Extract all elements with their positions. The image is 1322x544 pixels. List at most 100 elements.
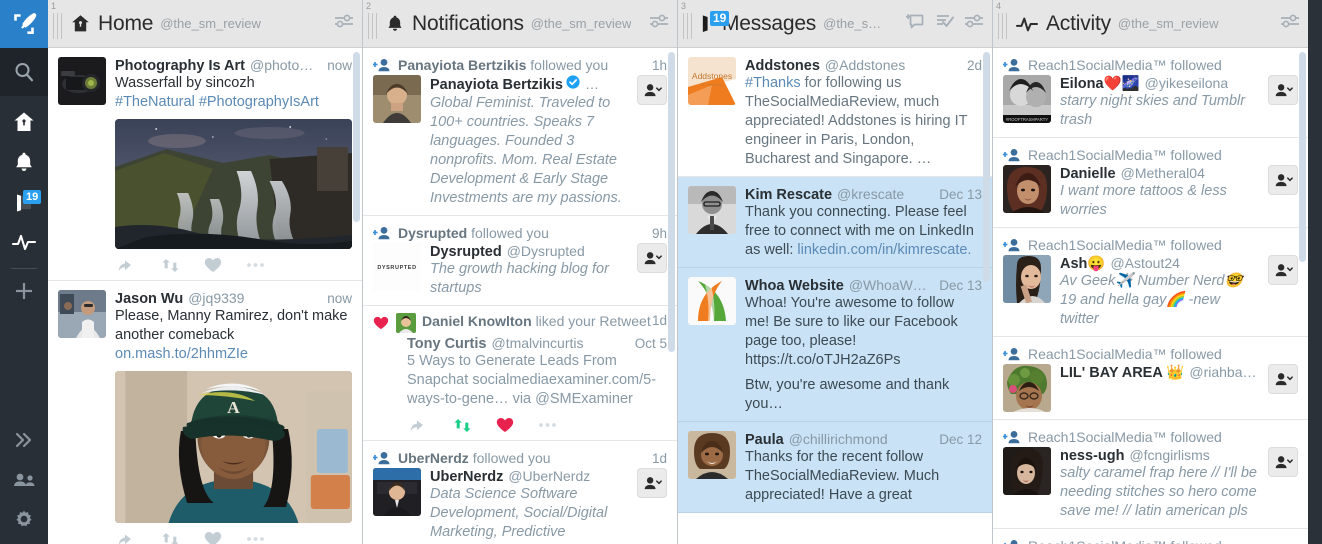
more-icon[interactable] [538, 422, 557, 428]
column-options-icon[interactable] [1280, 14, 1300, 33]
column-options-icon[interactable] [334, 14, 354, 33]
column-header-notifications[interactable]: 2 Notifications @the_sm_review [363, 0, 677, 48]
notification-item[interactable]: Dysrupted followed you 9h DYSRUPTED Dysr… [363, 216, 677, 306]
column-header-messages[interactable]: 3 19 Messages @the_s… [678, 0, 992, 48]
column-drag-handle[interactable]: 4 [993, 0, 1015, 48]
sidebar-item-add-column[interactable] [0, 271, 48, 311]
avatar[interactable]: #ROOFTRASHPARTY [1003, 75, 1051, 123]
user-actions-button[interactable] [637, 243, 667, 273]
column-title: Messages [722, 11, 817, 35]
user-actions-button[interactable] [1268, 447, 1298, 477]
avatar[interactable]: DYSRUPTED [373, 243, 421, 291]
activity-header: Reach1SocialMedia™ followed [1003, 429, 1298, 445]
user-actions-button[interactable] [1268, 255, 1298, 285]
message-item[interactable]: Paula @chillirichmond Dec 12 Thanks for … [678, 422, 992, 513]
message-item[interactable]: Addstones IT Consulting Addstones @Addst… [678, 48, 992, 177]
quoted-tweet[interactable]: Tony Curtis @tmalvincurtis Oct 5 5 Ways … [373, 335, 667, 433]
avatar[interactable] [1003, 165, 1051, 213]
column-header-home[interactable]: 1 Home @the_sm_review [48, 0, 362, 48]
tweet-hashtags[interactable]: #TheNatural #PhotographyIsArt [115, 94, 319, 110]
avatar[interactable] [373, 75, 421, 123]
sidebar-item-messages[interactable]: 19 [0, 182, 48, 222]
message-item[interactable]: Kim Rescate @krescate Dec 13 Thank you c… [678, 177, 992, 268]
column-body-notifications[interactable]: Panayiota Bertzikis followed you 1h Pana… [363, 48, 677, 544]
tweet-item[interactable]: Jason Wu @jq9339 now Please, Manny Ramir… [48, 281, 362, 544]
retweet-icon[interactable] [161, 258, 180, 273]
sidebar-item-notifications[interactable] [0, 142, 48, 182]
like-icon[interactable] [204, 257, 222, 273]
like-icon[interactable] [204, 531, 222, 544]
scrollbar-notifications[interactable] [668, 52, 675, 352]
avatar[interactable] [688, 431, 736, 479]
sidebar-item-collapse[interactable] [0, 420, 48, 460]
avatar[interactable] [58, 57, 106, 105]
activity-item[interactable]: Reach1SocialMedia™ followed [993, 529, 1308, 544]
notification-item[interactable]: UberNerdz followed you 1d UberNerdz @Ube… [363, 441, 677, 544]
column-drag-handle[interactable]: 1 [48, 0, 70, 48]
sidebar-item-settings[interactable] [0, 500, 48, 540]
like-icon-active[interactable] [496, 417, 514, 433]
activity-item[interactable]: Reach1SocialMedia™ followed [993, 228, 1308, 337]
waterfall-photo [115, 119, 352, 249]
avatar[interactable] [1003, 447, 1051, 495]
person-dropdown-icon [644, 251, 662, 264]
activity-item[interactable]: Reach1SocialMedia™ followed [993, 337, 1308, 420]
more-icon[interactable] [246, 262, 265, 268]
message-hashtag[interactable]: #Thanks [745, 75, 801, 91]
scrollbar-activity[interactable] [1299, 52, 1306, 262]
tweet-link[interactable]: on.mash.to/2hhmZIe [115, 346, 248, 362]
activity-item[interactable]: Reach1SocialMedia™ followed [993, 420, 1308, 529]
activity-item[interactable]: Reach1SocialMedia™ followed [993, 138, 1308, 228]
scrollbar-home[interactable] [353, 52, 360, 222]
column-header-activity[interactable]: 4 Activity @the_sm_review [993, 0, 1308, 48]
activity-actor: Reach1SocialMedia™ [1028, 429, 1167, 445]
user-actions-button[interactable] [637, 75, 667, 105]
retweet-icon[interactable] [161, 532, 180, 544]
avatar[interactable] [1003, 255, 1051, 303]
activity-item[interactable]: Reach1SocialMedia™ followed [993, 48, 1308, 138]
column-body-activity[interactable]: Reach1SocialMedia™ followed #ROOFTRASHPA… [993, 48, 1308, 544]
notification-item[interactable]: Panayiota Bertzikis followed you 1h Pana… [363, 48, 677, 216]
retweet-icon-active[interactable] [453, 418, 472, 433]
display-name: Ash😛 [1060, 256, 1106, 272]
avatar[interactable]: Addstones IT Consulting [688, 57, 736, 105]
notification-item[interactable]: Daniel Knowlton liked your Retweet 1d To… [363, 306, 677, 441]
new-message-icon[interactable] [905, 13, 925, 35]
reply-icon[interactable] [410, 418, 429, 433]
mark-all-read-icon[interactable] [935, 13, 954, 34]
sidebar-item-search[interactable] [0, 48, 48, 96]
more-icon[interactable] [246, 536, 265, 542]
avatar[interactable] [688, 277, 736, 325]
user-actions-button[interactable] [637, 468, 667, 498]
avatar[interactable] [688, 186, 736, 234]
sidebar-item-activity[interactable] [0, 222, 48, 262]
column-drag-handle[interactable]: 3 [678, 0, 700, 48]
avatar[interactable] [396, 313, 416, 333]
column-body-home[interactable]: Photography Is Art @photo… now Wasserfal… [48, 48, 362, 544]
avatar[interactable] [1003, 364, 1051, 412]
activity-profile-row: ness-ugh @fcngirlisms salty caramel frap… [1003, 447, 1298, 521]
user-actions-button[interactable] [1268, 75, 1298, 105]
column-drag-handle[interactable]: 2 [363, 0, 385, 48]
column-options-icon[interactable] [649, 14, 669, 33]
avatar[interactable] [373, 468, 421, 516]
user-actions-button[interactable] [1268, 364, 1298, 394]
avatar[interactable] [58, 290, 106, 338]
tweet-media-portrait[interactable]: A [115, 371, 352, 523]
sidebar-item-home[interactable] [0, 102, 48, 142]
compose-tweet-button[interactable] [0, 0, 48, 48]
activity-action: followed [1170, 346, 1222, 362]
column-body-messages[interactable]: Addstones IT Consulting Addstones @Addst… [678, 48, 992, 544]
reply-icon[interactable] [118, 258, 137, 273]
sidebar-item-accounts[interactable] [0, 460, 48, 500]
message-item[interactable]: Whoa Website @WhoaWe… Dec 13 Whoa! You'r… [678, 268, 992, 422]
user-actions-button[interactable] [1268, 165, 1298, 195]
tweet-media-waterfall[interactable] [115, 119, 352, 249]
reply-icon[interactable] [118, 532, 137, 544]
user-handle: @UberNerdz [508, 468, 591, 484]
column-options-icon[interactable] [964, 14, 984, 33]
activity-profile: ness-ugh @fcngirlisms salty caramel frap… [1060, 447, 1260, 521]
scrollbar-messages[interactable] [983, 52, 990, 282]
tweet-item[interactable]: Photography Is Art @photo… now Wasserfal… [48, 48, 362, 281]
message-link[interactable]: linkedin.com/in/kimrescate. [797, 242, 971, 258]
